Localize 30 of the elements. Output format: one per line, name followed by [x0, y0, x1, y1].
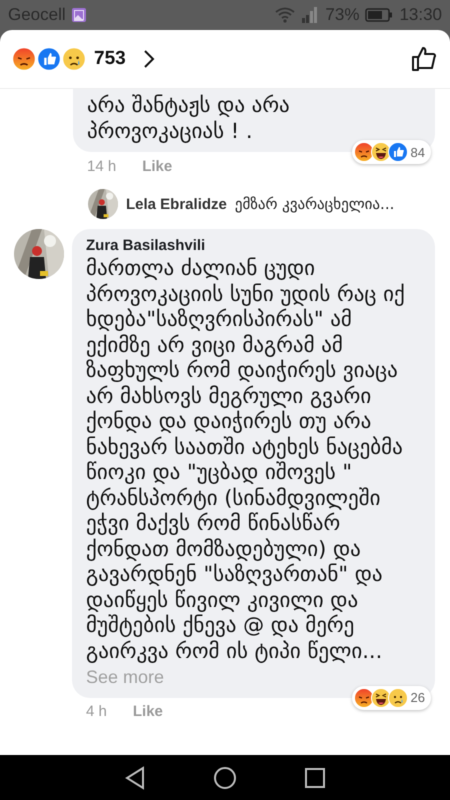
home-icon[interactable]: [212, 766, 237, 790]
reply-preview[interactable]: ემზარ კვარაცხელია...: [234, 195, 394, 213]
gallery-icon: [72, 8, 86, 22]
like-emoji-icon: [37, 47, 61, 71]
recent-apps-icon[interactable]: [304, 766, 326, 788]
reaction-summary[interactable]: 26: [352, 686, 431, 710]
angry-emoji-icon: [354, 142, 374, 162]
comment-time: 4 h: [86, 703, 107, 720]
signal-icon: [301, 7, 320, 23]
battery-icon: [365, 8, 394, 22]
reply-author[interactable]: Lela Ebralidze: [126, 196, 227, 212]
like-emoji-icon: [388, 142, 408, 162]
comment-author[interactable]: Zura Basilashvili: [86, 237, 421, 254]
user-avatar[interactable]: [88, 189, 118, 219]
sad-emoji-icon: [62, 47, 86, 71]
angry-emoji-icon: [12, 47, 36, 71]
reaction-count: 26: [410, 690, 425, 705]
user-avatar[interactable]: [14, 229, 64, 279]
laughing-emoji-icon: [370, 688, 391, 708]
comment-text: არა შანტაჟს და არა პროვოკაციას ! .: [87, 93, 291, 144]
reaction-summary[interactable]: 84: [352, 140, 431, 164]
angry-emoji-icon: [354, 688, 374, 708]
back-icon[interactable]: [124, 766, 146, 790]
thumbs-up-icon[interactable]: [410, 45, 438, 73]
comment-time: 14 h: [87, 158, 116, 174]
wifi-icon: [275, 7, 296, 23]
laughing-emoji-icon: [370, 142, 391, 162]
reaction-count: 84: [410, 144, 425, 160]
sad-emoji-icon: [388, 688, 408, 708]
reaction-count: 753: [94, 48, 126, 70]
